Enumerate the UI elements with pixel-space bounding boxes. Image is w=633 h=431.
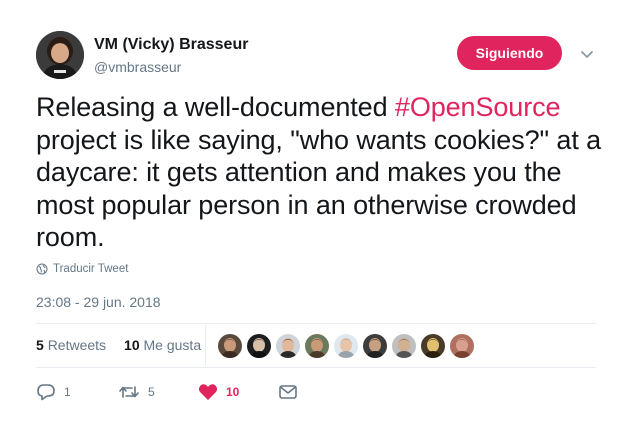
avatar[interactable] — [36, 31, 84, 79]
author-handle[interactable]: @vmbrasseur — [94, 59, 181, 75]
globe-icon — [36, 263, 48, 275]
likers-avatars — [218, 334, 474, 358]
like-button[interactable]: 10 — [198, 383, 239, 401]
retweet-icon — [119, 386, 139, 398]
envelope-icon — [279, 385, 297, 399]
tweet-timestamp[interactable]: 23:08 - 29 jun. 2018 — [36, 294, 161, 310]
retweet-button[interactable]: 5 — [118, 383, 155, 401]
stats-separator — [205, 325, 206, 365]
retweets-stat[interactable]: 5 Retweets — [36, 337, 106, 353]
likes-stat[interactable]: 10 Me gusta — [124, 337, 201, 353]
reply-icon — [37, 384, 55, 401]
retweets-count: 5 — [36, 337, 44, 353]
translate-label: Traducir Tweet — [53, 263, 129, 275]
divider — [36, 323, 596, 324]
liker-avatar[interactable] — [247, 334, 271, 358]
retweet-count: 5 — [148, 385, 155, 399]
direct-message-button[interactable] — [278, 383, 298, 401]
following-button[interactable]: Siguiendo — [457, 36, 562, 70]
tweet-text: Releasing a well-documented #OpenSource … — [36, 91, 606, 254]
action-bar: 1 5 10 — [36, 383, 336, 405]
hashtag-link[interactable]: #OpenSource — [395, 92, 561, 122]
divider — [36, 367, 596, 368]
retweets-label: Retweets — [47, 337, 107, 353]
like-count: 10 — [226, 385, 240, 399]
tweet-text-start: Releasing a well-documented — [36, 92, 395, 122]
tweet-stats: 5 Retweets 10 Me gusta — [36, 337, 215, 353]
likes-label: Me gusta — [143, 337, 202, 353]
liker-avatar[interactable] — [392, 334, 416, 358]
author-name[interactable]: VM (Vicky) Brasseur — [94, 36, 248, 54]
liker-avatar[interactable] — [276, 334, 300, 358]
heart-icon — [198, 384, 218, 400]
liker-avatar[interactable] — [421, 334, 445, 358]
liker-avatar[interactable] — [218, 334, 242, 358]
liker-avatar[interactable] — [305, 334, 329, 358]
likes-count: 10 — [124, 337, 140, 353]
translate-link[interactable]: Traducir Tweet — [36, 263, 128, 275]
liker-avatar[interactable] — [450, 334, 474, 358]
liker-avatar[interactable] — [334, 334, 358, 358]
reply-count: 1 — [64, 385, 71, 399]
reply-button[interactable]: 1 — [36, 383, 71, 401]
chevron-down-icon[interactable] — [578, 46, 596, 64]
tweet-text-end: project is like saying, "who wants cooki… — [36, 124, 602, 253]
avatar-image — [36, 31, 84, 79]
liker-avatar[interactable] — [363, 334, 387, 358]
